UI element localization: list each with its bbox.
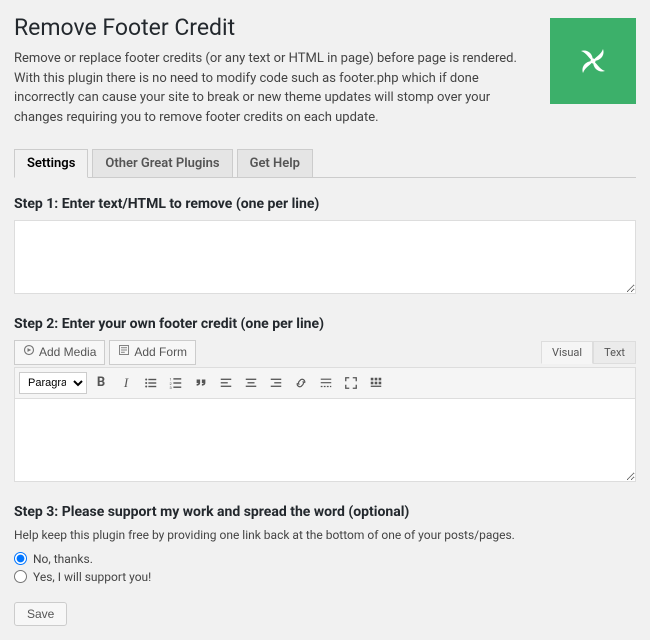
add-form-button[interactable]: Add Form <box>109 340 196 365</box>
tab-other-plugins[interactable]: Other Great Plugins <box>92 149 232 178</box>
numbered-list-button[interactable]: 123 <box>165 372 187 394</box>
link-button[interactable] <box>290 372 312 394</box>
radio-no-label: No, thanks. <box>33 552 93 566</box>
step1-heading: Step 1: Enter text/HTML to remove (one p… <box>14 196 636 212</box>
align-right-button[interactable] <box>265 372 287 394</box>
pinwheel-icon <box>573 41 613 81</box>
tab-get-help[interactable]: Get Help <box>237 149 313 178</box>
align-center-button[interactable] <box>240 372 262 394</box>
nav-tabs: Settings Other Great Plugins Get Help <box>14 149 636 178</box>
remove-text-input[interactable] <box>14 220 636 294</box>
editor-toolbar: Paragraph B I 123 <box>14 367 636 398</box>
save-button[interactable]: Save <box>14 602 67 626</box>
page-title: Remove Footer Credit <box>14 14 534 41</box>
editor-tab-text[interactable]: Text <box>593 341 636 364</box>
bullet-list-button[interactable] <box>140 372 162 394</box>
add-media-button[interactable]: Add Media <box>14 340 105 365</box>
radio-yes[interactable]: Yes, I will support you! <box>14 570 636 584</box>
fullscreen-button[interactable] <box>340 372 362 394</box>
radio-yes-label: Yes, I will support you! <box>33 570 151 584</box>
add-form-label: Add Form <box>134 344 187 361</box>
form-icon <box>118 344 130 361</box>
blockquote-button[interactable] <box>190 372 212 394</box>
align-left-button[interactable] <box>215 372 237 394</box>
support-text: Help keep this plugin free by providing … <box>14 528 636 542</box>
step3-heading: Step 3: Please support my work and sprea… <box>14 504 636 520</box>
radio-yes-input[interactable] <box>14 570 27 583</box>
insert-more-button[interactable] <box>315 372 337 394</box>
plugin-logo <box>550 18 636 104</box>
editor-tab-visual[interactable]: Visual <box>541 341 593 364</box>
bold-button[interactable]: B <box>90 372 112 394</box>
radio-no-input[interactable] <box>14 552 27 565</box>
format-select[interactable]: Paragraph <box>19 372 87 394</box>
footer-credit-input[interactable] <box>14 398 636 482</box>
radio-no[interactable]: No, thanks. <box>14 552 636 566</box>
tab-settings[interactable]: Settings <box>14 149 88 178</box>
page-description: Remove or replace footer credits (or any… <box>14 49 534 127</box>
step2-heading: Step 2: Enter your own footer credit (on… <box>14 316 636 332</box>
media-icon <box>23 344 35 361</box>
italic-button[interactable]: I <box>115 372 137 394</box>
add-media-label: Add Media <box>39 344 96 361</box>
svg-text:3: 3 <box>169 385 171 390</box>
toolbar-toggle-button[interactable] <box>365 372 387 394</box>
